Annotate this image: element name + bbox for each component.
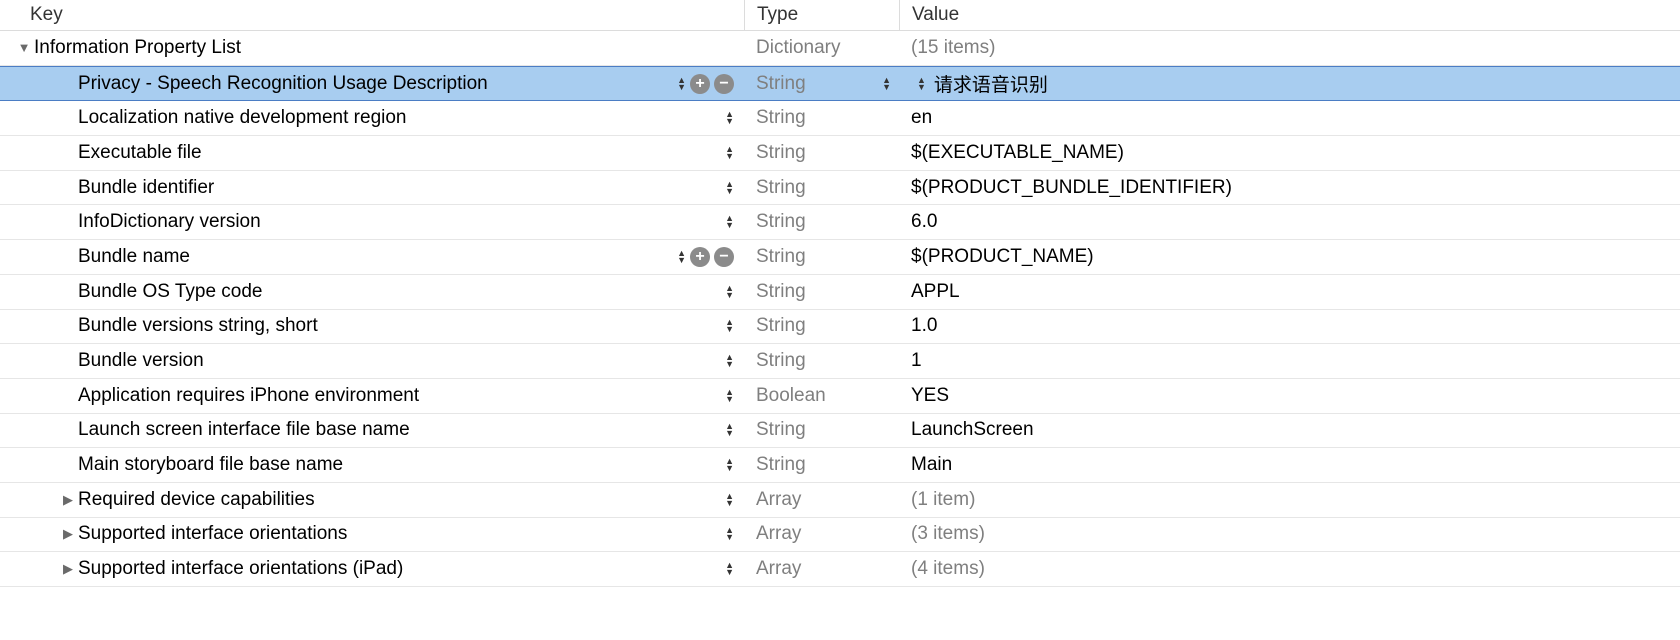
add-row-button[interactable]: + bbox=[690, 74, 710, 94]
value-label: YES bbox=[911, 385, 1680, 407]
value-label: Main bbox=[911, 454, 1680, 476]
key-label: Supported interface orientations (iPad) bbox=[78, 558, 719, 580]
key-label: InfoDictionary version bbox=[78, 211, 719, 233]
type-label: String bbox=[756, 315, 899, 337]
type-label: Dictionary bbox=[756, 37, 899, 59]
disclosure-triangle-icon[interactable]: ▶ bbox=[62, 526, 74, 542]
key-stepper-icon[interactable]: ▲▼ bbox=[725, 146, 734, 160]
header-key[interactable]: Key bbox=[0, 0, 744, 30]
key-stepper-icon[interactable]: ▲▼ bbox=[725, 181, 734, 195]
plist-row[interactable]: ▶Localization native development region▲… bbox=[0, 101, 1680, 136]
type-stepper-icon[interactable]: ▲▼ bbox=[882, 77, 891, 91]
type-label: String bbox=[756, 142, 899, 164]
remove-row-button[interactable]: − bbox=[714, 247, 734, 267]
header-value[interactable]: Value bbox=[899, 0, 1680, 30]
value-label: 1 bbox=[911, 350, 1680, 372]
key-stepper-icon[interactable]: ▲▼ bbox=[725, 319, 734, 333]
plist-row[interactable]: ▶InfoDictionary version▲▼String6.0 bbox=[0, 205, 1680, 240]
key-stepper-icon[interactable]: ▲▼ bbox=[725, 354, 734, 368]
key-label: Bundle version bbox=[78, 350, 719, 372]
value-label: (1 item) bbox=[911, 489, 1680, 511]
key-stepper-icon[interactable]: ▲▼ bbox=[677, 250, 686, 264]
plist-row[interactable]: ▶Bundle name▲▼+−String$(PRODUCT_NAME) bbox=[0, 240, 1680, 275]
value-label: 6.0 bbox=[911, 211, 1680, 233]
key-label: Executable file bbox=[78, 142, 719, 164]
value-label: (3 items) bbox=[911, 523, 1680, 545]
key-stepper-icon[interactable]: ▲▼ bbox=[725, 423, 734, 437]
type-label: String bbox=[756, 350, 899, 372]
key-label: Bundle OS Type code bbox=[78, 281, 719, 303]
plist-row[interactable]: ▶Executable file▲▼String$(EXECUTABLE_NAM… bbox=[0, 136, 1680, 171]
type-label: String bbox=[756, 73, 876, 95]
type-label: String bbox=[756, 211, 899, 233]
key-stepper-icon[interactable]: ▲▼ bbox=[677, 77, 686, 91]
plist-row[interactable]: ▶Supported interface orientations (iPad)… bbox=[0, 552, 1680, 587]
plist-root-row[interactable]: ▼ Information Property List ▲▼ Dictionar… bbox=[0, 31, 1680, 66]
value-label: 请求语音识别 bbox=[934, 70, 1680, 97]
value-label: (15 items) bbox=[911, 37, 1680, 59]
key-label: Bundle versions string, short bbox=[78, 315, 719, 337]
value-label: (4 items) bbox=[911, 558, 1680, 580]
plist-row[interactable]: ▶Launch screen interface file base name▲… bbox=[0, 414, 1680, 449]
key-stepper-icon[interactable]: ▲▼ bbox=[725, 562, 734, 576]
value-label: LaunchScreen bbox=[911, 419, 1680, 441]
header-type[interactable]: Type bbox=[744, 0, 899, 30]
key-stepper-icon[interactable]: ▲▼ bbox=[725, 111, 734, 125]
value-label: 1.0 bbox=[911, 315, 1680, 337]
key-stepper-icon[interactable]: ▲▼ bbox=[725, 493, 734, 507]
key-label: Information Property List bbox=[34, 37, 719, 59]
plist-row[interactable]: ▶Supported interface orientations ▲▼ Array… bbox=[0, 518, 1680, 553]
key-stepper-icon[interactable]: ▲▼ bbox=[725, 215, 734, 229]
remove-row-button[interactable]: − bbox=[714, 74, 734, 94]
key-label: Required device capabilities bbox=[78, 489, 719, 511]
type-label: String bbox=[756, 419, 899, 441]
type-label: String bbox=[756, 454, 899, 476]
plist-row[interactable]: ▶Privacy - Speech Recognition Usage Desc… bbox=[0, 66, 1680, 102]
type-label: Array bbox=[756, 489, 899, 511]
type-label: String bbox=[756, 281, 899, 303]
plist-row[interactable]: ▶Bundle identifier▲▼String$(PRODUCT_BUND… bbox=[0, 171, 1680, 206]
key-label: Supported interface orientations bbox=[78, 523, 719, 545]
key-stepper-icon[interactable]: ▲▼ bbox=[725, 389, 734, 403]
disclosure-triangle-icon[interactable]: ▼ bbox=[18, 40, 30, 55]
value-label: $(PRODUCT_NAME) bbox=[911, 246, 1680, 268]
key-stepper-icon[interactable]: ▲▼ bbox=[725, 285, 734, 299]
type-label: Array bbox=[756, 523, 899, 545]
value-label: en bbox=[911, 107, 1680, 129]
key-label: Application requires iPhone environment bbox=[78, 385, 719, 407]
plist-row[interactable]: ▶Required device capabilities ▲▼ Array (1 i… bbox=[0, 483, 1680, 518]
key-stepper-icon[interactable]: ▲▼ bbox=[725, 527, 734, 541]
key-label: Localization native development region bbox=[78, 107, 719, 129]
value-label: $(PRODUCT_BUNDLE_IDENTIFIER) bbox=[911, 177, 1680, 199]
plist-editor: Key Type Value ▼ Information Property Li… bbox=[0, 0, 1680, 587]
column-header-row: Key Type Value bbox=[0, 0, 1680, 31]
key-label: Launch screen interface file base name bbox=[78, 419, 719, 441]
plist-row[interactable]: ▶Bundle versions string, short▲▼String1.… bbox=[0, 310, 1680, 345]
value-stepper-icon[interactable]: ▲▼ bbox=[917, 77, 926, 91]
key-label: Bundle identifier bbox=[78, 177, 719, 199]
key-label: Bundle name bbox=[78, 246, 671, 268]
type-label: String bbox=[756, 177, 899, 199]
disclosure-triangle-icon[interactable]: ▶ bbox=[62, 492, 74, 508]
plist-row[interactable]: ▶Application requires iPhone environment… bbox=[0, 379, 1680, 414]
plist-row[interactable]: ▶Bundle OS Type code▲▼StringAPPL bbox=[0, 275, 1680, 310]
key-stepper-icon[interactable]: ▲▼ bbox=[725, 458, 734, 472]
type-label: Array bbox=[756, 558, 899, 580]
type-label: Boolean bbox=[756, 385, 899, 407]
plist-row[interactable]: ▶Bundle version▲▼String1 bbox=[0, 344, 1680, 379]
type-label: String bbox=[756, 246, 899, 268]
value-label: APPL bbox=[911, 281, 1680, 303]
key-label: Privacy - Speech Recognition Usage Descr… bbox=[78, 73, 671, 95]
value-label: $(EXECUTABLE_NAME) bbox=[911, 142, 1680, 164]
disclosure-triangle-icon[interactable]: ▶ bbox=[62, 561, 74, 577]
plist-row[interactable]: ▶Main storyboard file base name▲▼StringM… bbox=[0, 448, 1680, 483]
key-label: Main storyboard file base name bbox=[78, 454, 719, 476]
plist-rows: ▶ Privacy - Speech Recognition Usage Desc… bbox=[0, 66, 1680, 587]
add-row-button[interactable]: + bbox=[690, 247, 710, 267]
type-label: String bbox=[756, 107, 899, 129]
